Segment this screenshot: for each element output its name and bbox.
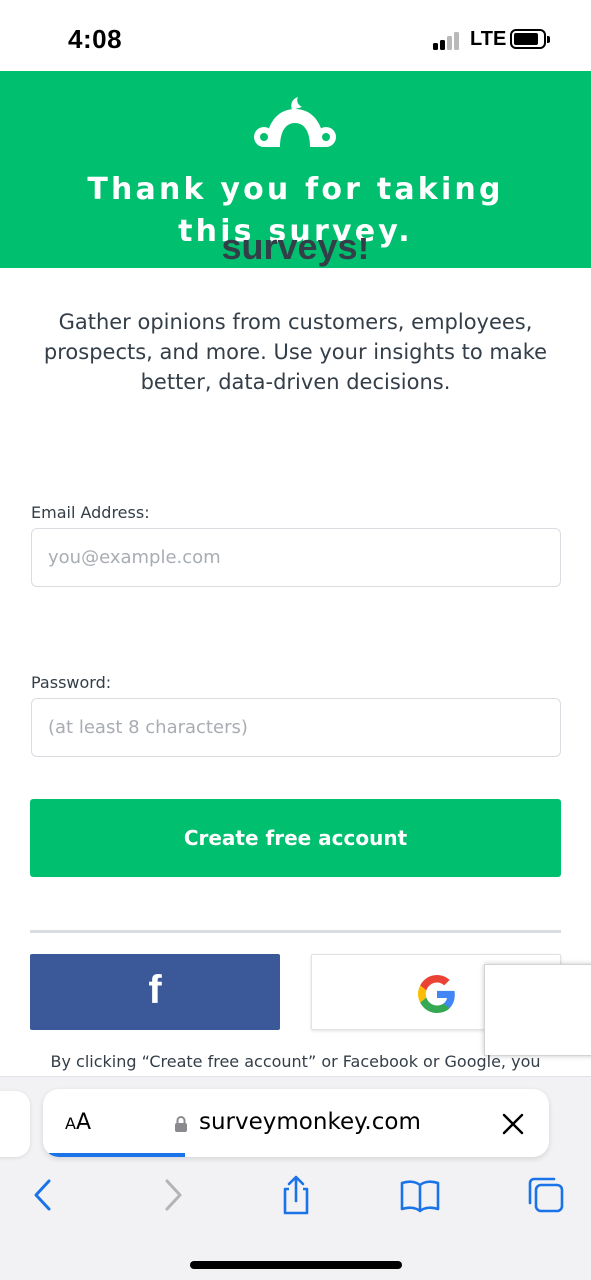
password-field[interactable]: [31, 698, 561, 757]
surveymonkey-logo-icon: [254, 97, 336, 147]
share-icon[interactable]: [274, 1173, 318, 1217]
email-label: Email Address:: [31, 503, 150, 522]
home-indicator[interactable]: [190, 1261, 402, 1269]
back-icon[interactable]: [22, 1173, 66, 1217]
previous-tab-preview[interactable]: [0, 1091, 30, 1157]
facebook-signup-button[interactable]: f: [30, 954, 280, 1030]
forward-icon[interactable]: [150, 1173, 194, 1217]
password-label: Password:: [31, 673, 112, 692]
battery-icon: [510, 29, 550, 49]
browser-toolbar: AA surveymonkey.com: [0, 1076, 591, 1280]
google-icon: [418, 975, 455, 1013]
lock-icon: [175, 1116, 187, 1132]
bookmarks-icon[interactable]: [398, 1173, 442, 1217]
status-bar: 4:08 LTE: [0, 0, 591, 71]
page-heading: surveys!: [221, 238, 370, 267]
recaptcha-badge[interactable]: [484, 964, 591, 1056]
divider: [30, 930, 561, 933]
banner-title-line1: Thank you for taking: [87, 172, 504, 207]
network-type: LTE: [470, 28, 507, 50]
cellular-signal-icon: [433, 30, 463, 50]
legal-text: By clicking “Create free account” or Fac…: [50, 1052, 541, 1071]
url-text: surveymonkey.com: [199, 1109, 421, 1135]
address-bar[interactable]: AA surveymonkey.com: [43, 1089, 549, 1157]
text-size-button[interactable]: AA: [65, 1110, 91, 1135]
tabs-icon[interactable]: [524, 1173, 568, 1217]
create-account-button[interactable]: Create free account: [30, 799, 561, 877]
close-icon[interactable]: [498, 1109, 528, 1139]
status-time: 4:08: [68, 24, 123, 54]
page-load-progress: [43, 1153, 185, 1157]
facebook-icon: f: [148, 968, 162, 1012]
email-field[interactable]: [31, 528, 561, 587]
intro-text: Gather opinions from customers, employee…: [43, 310, 548, 394]
